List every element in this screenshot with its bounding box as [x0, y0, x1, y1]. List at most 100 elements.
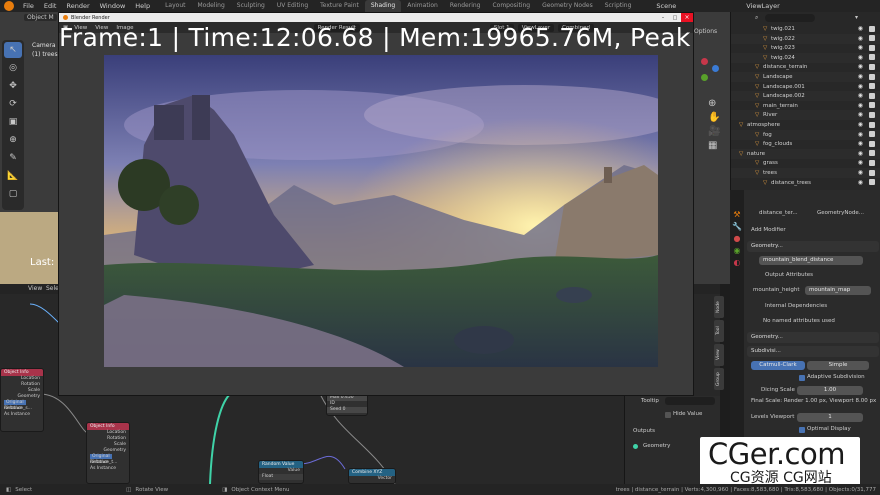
- outliner[interactable]: ⌕ ▾ ▽ twig.021 ◉ ▽ twig.022 ◉ ▽ twig.023 ◉ ▽ twig.…: [730, 12, 880, 190]
- outliner-row[interactable]: ▽ Landscape.001 ◉: [731, 82, 880, 92]
- outputs-panel[interactable]: Outputs: [633, 428, 655, 434]
- visibility-toggles[interactable]: ◉: [858, 24, 875, 34]
- workspace-tab-scripting[interactable]: Scripting: [599, 0, 638, 12]
- add-modifier-menu[interactable]: Add Modifier: [751, 227, 786, 233]
- render-checkbox[interactable]: [869, 111, 875, 118]
- outliner-row[interactable]: ▽ twig.023 ◉: [731, 43, 880, 53]
- render-checkbox[interactable]: [869, 63, 875, 70]
- outliner-row[interactable]: ▽ fog_clouds ◉: [731, 139, 880, 149]
- eye-icon[interactable]: ◉: [858, 73, 866, 80]
- outliner-row[interactable]: ▽ Landscape.002 ◉: [731, 91, 880, 102]
- minimize-button[interactable]: –: [657, 15, 669, 21]
- render-checkbox[interactable]: [869, 44, 875, 51]
- output-attributes-panel[interactable]: Output Attributes: [765, 272, 813, 278]
- visibility-toggles[interactable]: ◉: [858, 91, 875, 101]
- outliner-row[interactable]: ▽ trees ◉: [731, 168, 880, 178]
- workspace-tab-uv-editing[interactable]: UV Editing: [271, 0, 314, 12]
- visibility-toggles[interactable]: ◉: [858, 82, 875, 92]
- node-group-selector[interactable]: mountain_blend_distance: [759, 256, 863, 265]
- render-checkbox[interactable]: [869, 179, 875, 186]
- visibility-toggles[interactable]: ◉: [858, 178, 875, 188]
- render-checkbox[interactable]: [869, 140, 875, 147]
- menu-render[interactable]: Render: [61, 2, 94, 10]
- outliner-row[interactable]: ▽ fog ◉: [731, 129, 880, 140]
- menu-file[interactable]: File: [18, 2, 39, 10]
- particles-tab-icon[interactable]: ●: [730, 234, 744, 246]
- render-checkbox[interactable]: [869, 131, 875, 138]
- outliner-row[interactable]: ▽ distance_terrain ◉: [731, 62, 880, 72]
- geometry-output-label[interactable]: Geometry: [643, 443, 670, 449]
- render-checkbox[interactable]: [869, 83, 875, 90]
- menu-help[interactable]: Help: [130, 2, 155, 10]
- render-canvas[interactable]: Frame:1 | Time:12:06.68 | Mem:19965.76M,…: [59, 23, 693, 395]
- eye-icon[interactable]: ◉: [858, 111, 866, 118]
- random-value-node[interactable]: Random Value Value Float: [258, 460, 304, 484]
- simple-button[interactable]: Simple: [807, 361, 869, 370]
- outliner-row[interactable]: ▽ twig.024 ◉: [731, 52, 880, 63]
- geometry-modifier-2-header[interactable]: Geometry...: [747, 332, 879, 343]
- camera-view-icon[interactable]: 🎥: [708, 126, 720, 137]
- ortho-grid-icon[interactable]: ▦: [708, 140, 717, 151]
- visibility-toggles[interactable]: ◉: [858, 120, 875, 130]
- tab-tool[interactable]: Tool: [714, 320, 724, 342]
- filter-icon[interactable]: ▾: [855, 14, 858, 21]
- visibility-toggles[interactable]: ◉: [858, 34, 875, 44]
- workspace-tab-layout[interactable]: Layout: [159, 0, 191, 12]
- eye-icon[interactable]: ◉: [858, 140, 866, 147]
- catmull-clark-button[interactable]: Catmull-Clark: [751, 361, 805, 370]
- dicing-scale-field[interactable]: 1.00: [797, 386, 863, 395]
- internal-dependencies-panel[interactable]: Internal Dependencies: [765, 303, 827, 309]
- eye-icon[interactable]: ◉: [858, 35, 866, 42]
- workspace-tab-rendering[interactable]: Rendering: [444, 0, 487, 12]
- workspace-tab-texture-paint[interactable]: Texture Paint: [314, 0, 365, 12]
- eye-icon[interactable]: ◉: [858, 54, 866, 61]
- viewport-gizmo-area[interactable]: Options ⊕ ✋ 🎥 ▦: [694, 12, 730, 284]
- menu-edit[interactable]: Edit: [39, 2, 62, 10]
- subdivision-modifier-header[interactable]: Subdivisi...: [747, 346, 879, 357]
- outliner-row[interactable]: ▽ Landscape ◉: [731, 72, 880, 82]
- combine-xyz-node[interactable]: Combine XYZ Vector: [348, 468, 396, 484]
- workspace-tab-sculpting[interactable]: Sculpting: [231, 0, 271, 12]
- workspace-tab-geometry-nodes[interactable]: Geometry Nodes: [536, 0, 599, 12]
- render-checkbox[interactable]: [869, 73, 875, 80]
- workspace-tab-modeling[interactable]: Modeling: [192, 0, 231, 12]
- eye-icon[interactable]: ◉: [858, 179, 866, 186]
- scale-tool-icon[interactable]: ▣: [4, 114, 22, 130]
- render-checkbox[interactable]: [869, 102, 875, 109]
- visibility-toggles[interactable]: ◉: [858, 101, 875, 111]
- measure-tool-icon[interactable]: 📐: [4, 168, 22, 184]
- eye-icon[interactable]: ◉: [858, 131, 866, 138]
- visibility-toggles[interactable]: ◉: [858, 43, 875, 53]
- render-checkbox[interactable]: [869, 54, 875, 61]
- zoom-icon[interactable]: ⊕: [708, 98, 716, 109]
- menu-window[interactable]: Window: [95, 2, 131, 10]
- eye-icon[interactable]: ◉: [858, 169, 866, 176]
- outliner-row[interactable]: ▽ twig.021 ◉: [731, 24, 880, 34]
- render-checkbox[interactable]: [869, 121, 875, 128]
- eye-icon[interactable]: ◉: [858, 44, 866, 51]
- eye-icon[interactable]: ◉: [858, 83, 866, 90]
- render-checkbox[interactable]: [869, 169, 875, 176]
- visibility-toggles[interactable]: ◉: [858, 168, 875, 178]
- scene-selector[interactable]: Scene: [651, 2, 681, 10]
- workspace-tab-shading[interactable]: Shading: [364, 0, 402, 12]
- visibility-toggles[interactable]: ◉: [858, 53, 875, 63]
- outliner-row[interactable]: ▽ River ◉: [731, 110, 880, 121]
- object-info-node-1[interactable]: Object Info Location Rotation Scale Geom…: [0, 368, 44, 432]
- eye-icon[interactable]: ◉: [858, 150, 866, 157]
- tool-tab-icon[interactable]: ⚒: [730, 210, 744, 222]
- visibility-toggles[interactable]: ◉: [858, 139, 875, 149]
- tab-group[interactable]: Group: [714, 368, 724, 390]
- render-checkbox[interactable]: [869, 35, 875, 42]
- blender-logo-icon[interactable]: [4, 1, 14, 11]
- eye-icon[interactable]: ◉: [858, 121, 866, 128]
- mountain-height-field[interactable]: mountain_map: [805, 286, 871, 295]
- close-button[interactable]: ×: [681, 13, 693, 22]
- visibility-toggles[interactable]: ◉: [858, 158, 875, 168]
- physics-tab-icon[interactable]: ◉: [730, 246, 744, 258]
- pan-hand-icon[interactable]: ✋: [708, 112, 720, 123]
- geometry-nodes-modifier-header[interactable]: Geometry...: [747, 241, 879, 252]
- visibility-toggles[interactable]: ◉: [858, 110, 875, 120]
- tab-node[interactable]: Node: [714, 296, 724, 318]
- object-info-node-2[interactable]: Object Info Location Rotation Scale Geom…: [86, 422, 130, 484]
